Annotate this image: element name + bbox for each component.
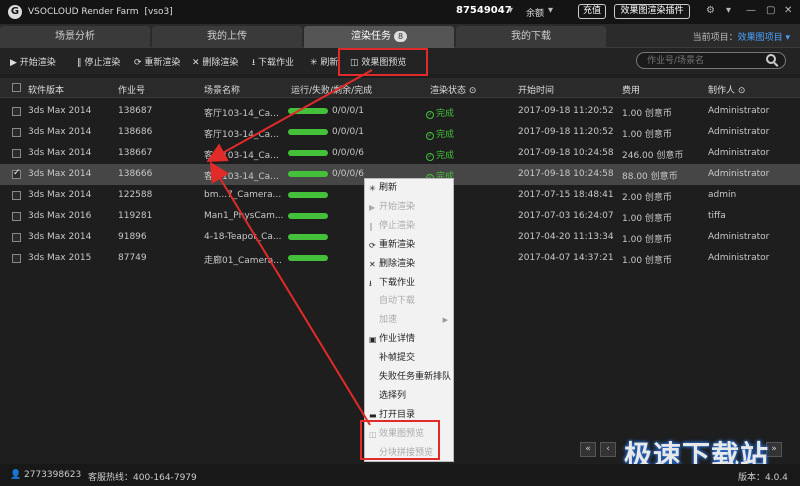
arrow-toolbar-to-row [206,69,373,162]
user-avatar-icon: 👤 [10,470,22,480]
hotline: 客服热线：400-164-7979 [88,473,197,483]
arrow-menu-to-row [209,161,371,426]
annotation-arrows [206,69,373,426]
status-bar: 👤 2773398623 客服热线：400-164-7979 版本：4.0.4 [0,464,800,486]
qq-number: 2773398623 [24,470,82,480]
pager-prev-button[interactable]: ‹ [600,442,616,457]
pager-first-button[interactable]: « [580,442,596,457]
version-label: 版本：4.0.4 [738,473,788,483]
